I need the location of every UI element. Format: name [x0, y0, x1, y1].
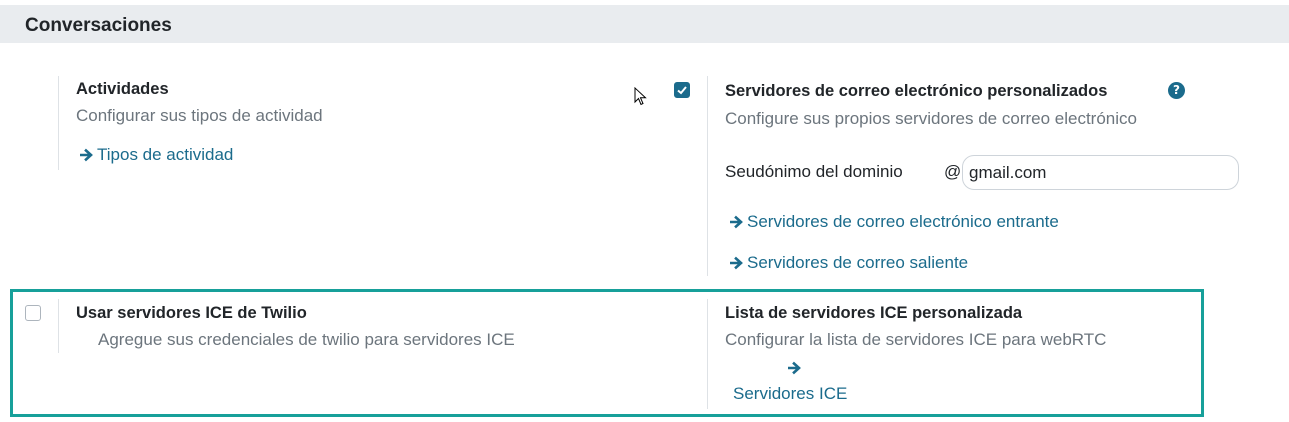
at-sign: @	[944, 162, 962, 181]
twilio-title: Usar servidores ICE de Twilio	[76, 304, 307, 322]
ice-servers-link[interactable]: Servidores ICE	[733, 384, 847, 404]
custom-mail-checkbox[interactable]	[674, 82, 690, 98]
activity-types-link[interactable]: Tipos de actividad	[80, 145, 233, 165]
divider-ice-list	[707, 299, 708, 409]
help-icon[interactable]: ?	[1168, 82, 1185, 99]
checkmark-icon	[677, 86, 687, 95]
twilio-description: Agregue sus credenciales de twilio para …	[98, 330, 515, 349]
mouse-cursor-icon	[634, 87, 647, 106]
divider-custom-mail	[707, 76, 708, 276]
incoming-mail-servers-link[interactable]: Servidores de correo electrónico entrant…	[730, 212, 1059, 232]
alias-domain-label: Seudónimo del dominio	[725, 162, 903, 181]
activity-types-link-label: Tipos de actividad	[97, 145, 234, 164]
custom-mail-title: Servidores de correo electrónico persona…	[725, 82, 1108, 100]
alias-domain-input[interactable]	[962, 155, 1239, 190]
section-title: Conversaciones	[25, 15, 172, 36]
outgoing-mail-servers-label: Servidores de correo saliente	[747, 253, 969, 272]
ice-list-title: Lista de servidores ICE personalizada	[725, 304, 1023, 322]
arrow-right-icon[interactable]	[788, 361, 802, 375]
activities-title: Actividades	[76, 80, 169, 98]
divider-twilio	[58, 299, 59, 353]
activities-description: Configurar sus tipos de actividad	[76, 106, 323, 125]
custom-mail-description: Configure sus propios servidores de corr…	[725, 109, 1137, 128]
arrow-right-icon	[730, 256, 743, 270]
ice-list-description: Configurar la lista de servidores ICE pa…	[725, 330, 1107, 349]
arrow-right-icon	[80, 148, 93, 162]
incoming-mail-servers-label: Servidores de correo electrónico entrant…	[747, 212, 1059, 231]
section-header: Conversaciones	[0, 5, 1289, 43]
arrow-right-icon	[730, 215, 743, 229]
twilio-checkbox[interactable]	[25, 305, 41, 321]
divider-activities	[58, 76, 59, 170]
outgoing-mail-servers-link[interactable]: Servidores de correo saliente	[730, 253, 968, 273]
